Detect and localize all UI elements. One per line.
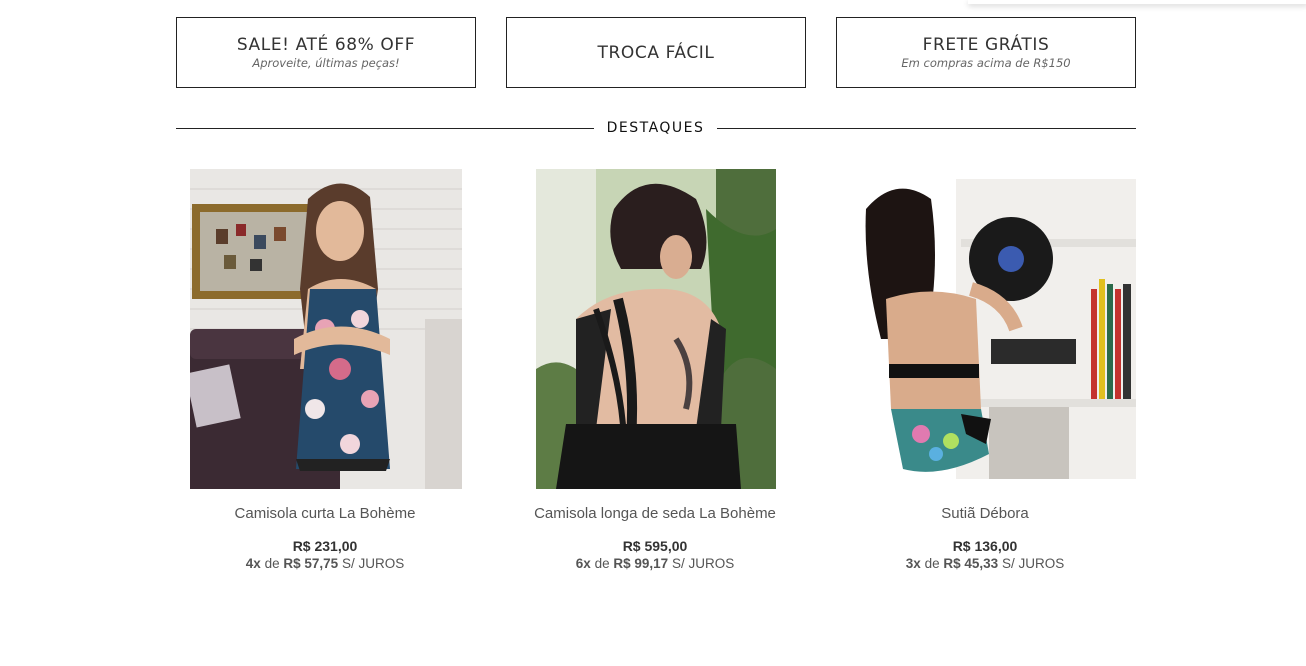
benefit-banners: SALE! ATÉ 68% OFF Aproveite, últimas peç…: [176, 17, 1136, 88]
featured-section-heading: DESTAQUES: [176, 118, 1136, 140]
product-image[interactable]: [536, 169, 776, 489]
heading-divider-left: [176, 128, 594, 129]
sale-banner-title: SALE! ATÉ 68% OFF: [236, 35, 416, 55]
sale-banner-subtitle: Aproveite, últimas peças!: [252, 56, 400, 70]
product-price: R$ 595,00: [622, 538, 688, 554]
easy-exchange-banner-title: TROCA FÁCIL: [597, 42, 715, 63]
product-price: R$ 136,00: [952, 538, 1018, 554]
installment-suffix: S/ JUROS: [671, 556, 735, 571]
heading-divider-right: [717, 128, 1136, 129]
product-card[interactable]: Camisola curta La Bohème R$ 231,00 4x de…: [160, 168, 490, 573]
free-shipping-banner[interactable]: FRETE GRÁTIS Em compras acima de R$150: [836, 17, 1136, 88]
installment-suffix: S/ JUROS: [341, 556, 405, 571]
product-installments: 3x de R$ 45,33 S/ JUROS: [820, 555, 1150, 573]
installment-count: 3x: [905, 556, 921, 571]
installment-prefix: de: [924, 556, 940, 571]
installment-suffix: S/ JUROS: [1001, 556, 1065, 571]
product-image[interactable]: [190, 169, 462, 489]
product-installments: 4x de R$ 57,75 S/ JUROS: [160, 555, 490, 573]
product-grid: Camisola curta La Bohème R$ 231,00 4x de…: [160, 168, 1150, 588]
product-card[interactable]: Sutiã Débora R$ 136,00 3x de R$ 45,33 S/…: [820, 168, 1150, 573]
product-installments: 6x de R$ 99,17 S/ JUROS: [490, 555, 820, 573]
easy-exchange-banner[interactable]: TROCA FÁCIL: [506, 17, 806, 88]
installment-prefix: de: [594, 556, 610, 571]
installment-value: R$ 99,17: [613, 556, 669, 571]
product-name[interactable]: Camisola curta La Bohème: [160, 504, 490, 524]
installment-value: R$ 57,75: [283, 556, 339, 571]
free-shipping-banner-title: FRETE GRÁTIS: [922, 35, 1050, 55]
installment-prefix: de: [264, 556, 280, 571]
installment-value: R$ 45,33: [943, 556, 999, 571]
product-image[interactable]: [841, 179, 1136, 479]
product-card[interactable]: Camisola longa de seda La Bohème R$ 595,…: [490, 168, 820, 573]
product-price: R$ 231,00: [292, 538, 358, 554]
featured-section-title: DESTAQUES: [606, 120, 705, 136]
installment-count: 4x: [245, 556, 261, 571]
header-shadow: [968, 0, 1306, 4]
product-name[interactable]: Camisola longa de seda La Bohème: [490, 504, 820, 524]
product-name[interactable]: Sutiã Débora: [820, 504, 1150, 524]
installment-count: 6x: [575, 556, 591, 571]
sale-banner[interactable]: SALE! ATÉ 68% OFF Aproveite, últimas peç…: [176, 17, 476, 88]
free-shipping-banner-subtitle: Em compras acima de R$150: [901, 56, 1071, 70]
